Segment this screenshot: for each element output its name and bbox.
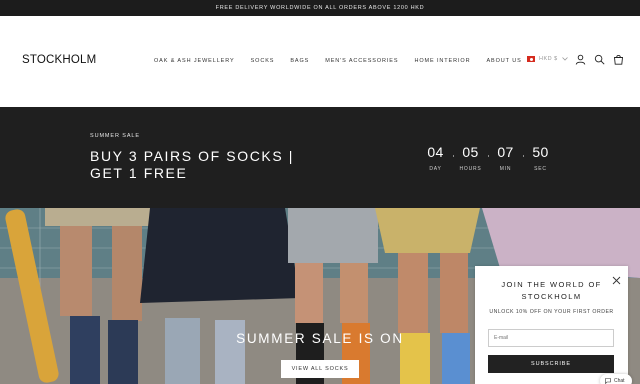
promo-banner: SUMMER SALE BUY 3 PAIRS OF SOCKS | GET 1… [0, 107, 640, 208]
nav-item-home-interior[interactable]: HOME INTERIOR [414, 58, 470, 64]
chat-icon [605, 378, 611, 384]
site-logo[interactable]: STOCKHOLM [22, 54, 96, 66]
nav-item-socks[interactable]: SOCKS [251, 58, 275, 64]
chat-button[interactable]: Chat [600, 374, 632, 384]
nav-item-mens-accessories[interactable]: MEN'S ACCESSORIES [325, 58, 398, 64]
nav-item-about-us[interactable]: ABOUT US [486, 58, 521, 64]
chat-label: Chat [614, 378, 625, 384]
chevron-down-icon [561, 57, 568, 61]
email-field[interactable] [488, 329, 614, 347]
countdown-days: 04 DAY [418, 144, 454, 172]
promo-kicker: SUMMER SALE [90, 133, 140, 139]
cart-icon[interactable] [613, 52, 624, 65]
currency-selector[interactable]: HKD $ [527, 56, 568, 62]
countdown-timer: 04 DAY 05 HOURS 07 MIN 50 SEC [418, 144, 558, 172]
announcement-bar: FREE DELIVERY WORLDWIDE ON ALL ORDERS AB… [0, 0, 640, 16]
currency-label: HKD $ [539, 56, 558, 62]
main-nav: OAK & ASH JEWELLERY SOCKS BAGS MEN'S ACC… [154, 58, 522, 64]
countdown-hours: 05 HOURS [453, 144, 489, 172]
countdown-seconds: 50 SEC [532, 144, 549, 172]
popup-subtitle: UNLOCK 10% OFF ON YOUR FIRST ORDER [489, 309, 614, 315]
nav-item-jewellery[interactable]: OAK & ASH JEWELLERY [154, 58, 235, 64]
newsletter-popup: JOIN THE WORLD OF STOCKHOLM UNLOCK 10% O… [475, 266, 628, 384]
search-icon[interactable] [594, 52, 605, 65]
promo-title: BUY 3 PAIRS OF SOCKS | GET 1 FREE [90, 148, 295, 181]
view-all-socks-button[interactable]: VIEW ALL SOCKS [281, 360, 359, 378]
subscribe-button[interactable]: SUBSCRIBE [488, 355, 614, 373]
countdown-minutes: 07 MIN [488, 144, 524, 172]
nav-item-bags[interactable]: BAGS [290, 58, 309, 64]
site-header: STOCKHOLM OAK & ASH JEWELLERY SOCKS BAGS… [0, 16, 640, 107]
hk-flag-icon [527, 56, 535, 62]
account-icon[interactable] [575, 52, 586, 65]
popup-title: JOIN THE WORLD OF STOCKHOLM [501, 280, 602, 301]
announcement-text: FREE DELIVERY WORLDWIDE ON ALL ORDERS AB… [215, 5, 425, 11]
